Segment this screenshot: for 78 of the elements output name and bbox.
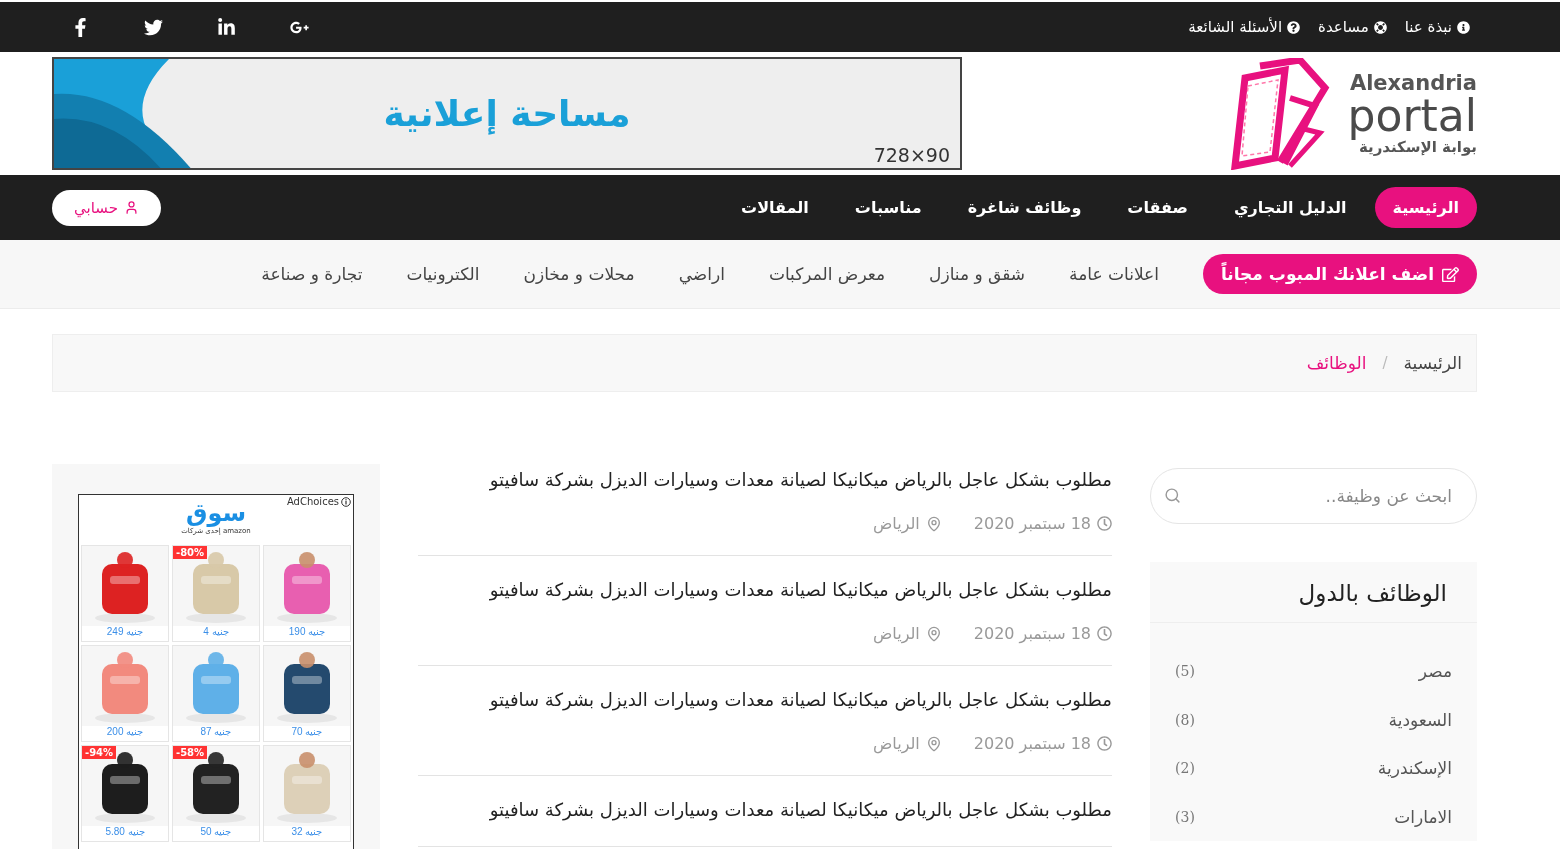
clock-icon	[1097, 516, 1112, 531]
logo-text: بوابة الإسكندرية	[1358, 137, 1477, 156]
job-count: (8)	[1175, 711, 1195, 728]
ad-brand: سوق	[185, 499, 247, 527]
category-link[interactable]: الكترونيات	[384, 264, 502, 284]
breadcrumb-separator: /	[1382, 354, 1388, 372]
job-date: 18 سبتمبر 2020	[973, 514, 1112, 533]
category-link[interactable]: اراضي	[656, 264, 747, 284]
country-link[interactable]: الإسكندرية	[1377, 758, 1452, 779]
job-count: (3)	[1175, 808, 1195, 825]
product-price: جنيه 87	[199, 726, 233, 737]
breadcrumb-link[interactable]: الرئيسية	[1403, 353, 1462, 373]
product-price: جنيه 200	[105, 726, 145, 737]
category-link[interactable]: اعلانات عامة	[1047, 264, 1181, 284]
product-price: جنيه 5.80	[104, 826, 146, 837]
category-link[interactable]: تجارة و صناعة	[239, 264, 385, 284]
map-pin-icon	[925, 735, 942, 752]
logo-text: portal	[1347, 93, 1477, 138]
top-link[interactable]: مساعدة	[1318, 18, 1387, 36]
discount-badge: -58%	[173, 746, 208, 759]
discount-badge: -80%	[173, 546, 208, 559]
job-location: الرياض	[872, 624, 942, 643]
nav-link[interactable]: الرئيسية	[1374, 187, 1477, 228]
job-count: (5)	[1175, 663, 1195, 680]
product-price: جنيه 249	[105, 626, 145, 637]
category-link[interactable]: معرض المركبات	[746, 264, 908, 284]
info-icon	[1457, 20, 1470, 34]
job-date: 18 سبتمبر 2020	[973, 624, 1112, 643]
job-location: الرياض	[872, 514, 942, 533]
product-price: جنيه 4	[202, 626, 230, 637]
job-location: الرياض	[872, 734, 942, 753]
breadcrumb-link[interactable]: الوظائف	[1306, 353, 1367, 373]
post-ad-button[interactable]: اضف اعلانك المبوب مجاناً	[1202, 254, 1477, 294]
lifebuoy-icon	[1373, 20, 1387, 34]
job-title[interactable]: مطلوب بشكل عاجل بالرياض ميكانيكا لصيانة معدات وسيارات الديزل بشركة سافيتو	[418, 796, 1112, 824]
nav-link[interactable]: وظائف شاغرة	[949, 187, 1100, 228]
info-icon	[341, 496, 351, 507]
account-button[interactable]: حسابي	[52, 189, 161, 226]
product-card[interactable]: جنيه 87	[172, 645, 260, 742]
country-link[interactable]: الامارات	[1394, 806, 1452, 827]
nav-link[interactable]: صفقات	[1109, 187, 1206, 228]
job-title[interactable]: مطلوب بشكل عاجل بالرياض ميكانيكا لصيانة معدات وسيارات الديزل بشركة سافيتو	[418, 466, 1112, 494]
clock-icon	[1097, 626, 1112, 641]
discount-badge: -94%	[82, 746, 117, 759]
product-price: جنيه 70	[290, 726, 324, 737]
top-link[interactable]: الأسئلة الشائعة	[1188, 18, 1301, 36]
clock-icon	[1097, 736, 1112, 751]
job-title[interactable]: مطلوب بشكل عاجل بالرياض ميكانيكا لصيانة معدات وسيارات الديزل بشركة سافيتو	[418, 576, 1112, 604]
nav-link[interactable]: الدليل التجاري	[1215, 187, 1365, 228]
product-card[interactable]: جنيه 190	[263, 545, 351, 642]
product-card[interactable]: جنيه 70	[263, 645, 351, 742]
product-card[interactable]: جنيه 200	[81, 645, 169, 742]
search-icon	[1164, 487, 1181, 504]
question-icon	[1287, 20, 1301, 34]
category-link[interactable]: شقق و منازل	[907, 264, 1048, 284]
product-price: جنيه 32	[290, 826, 324, 837]
user-icon	[123, 200, 139, 215]
ad-choices[interactable]: AdChoices	[286, 496, 339, 507]
map-pin-icon	[925, 625, 942, 642]
logo-text: Alexandria	[1349, 71, 1477, 94]
job-date: 18 سبتمبر 2020	[973, 734, 1112, 753]
category-link[interactable]: محلات و مخازن	[501, 264, 657, 284]
product-card[interactable]: جنيه 32	[263, 745, 351, 842]
map-pin-icon	[925, 515, 942, 532]
job-count: (2)	[1175, 760, 1195, 777]
nav-link[interactable]: مناسبات	[836, 187, 940, 228]
banner-size: 728×90	[873, 144, 950, 166]
top-link[interactable]: نبذة عنا	[1404, 18, 1470, 36]
edit-icon	[1442, 265, 1459, 283]
search-field[interactable]: ابحث عن وظيفة..	[1150, 468, 1477, 524]
product-price: جنيه 50	[199, 826, 233, 837]
nav-link[interactable]: المقالات	[723, 187, 827, 228]
job-title[interactable]: مطلوب بشكل عاجل بالرياض ميكانيكا لصيانة معدات وسيارات الديزل بشركة سافيتو	[418, 686, 1112, 714]
product-price: جنيه 190	[287, 626, 327, 637]
country-link[interactable]: السعودية	[1388, 709, 1452, 730]
panel-title: الوظائف بالدول	[1150, 562, 1477, 623]
country-link[interactable]: مصر	[1418, 661, 1452, 682]
banner-text: مساحة إعلانية	[383, 93, 631, 134]
